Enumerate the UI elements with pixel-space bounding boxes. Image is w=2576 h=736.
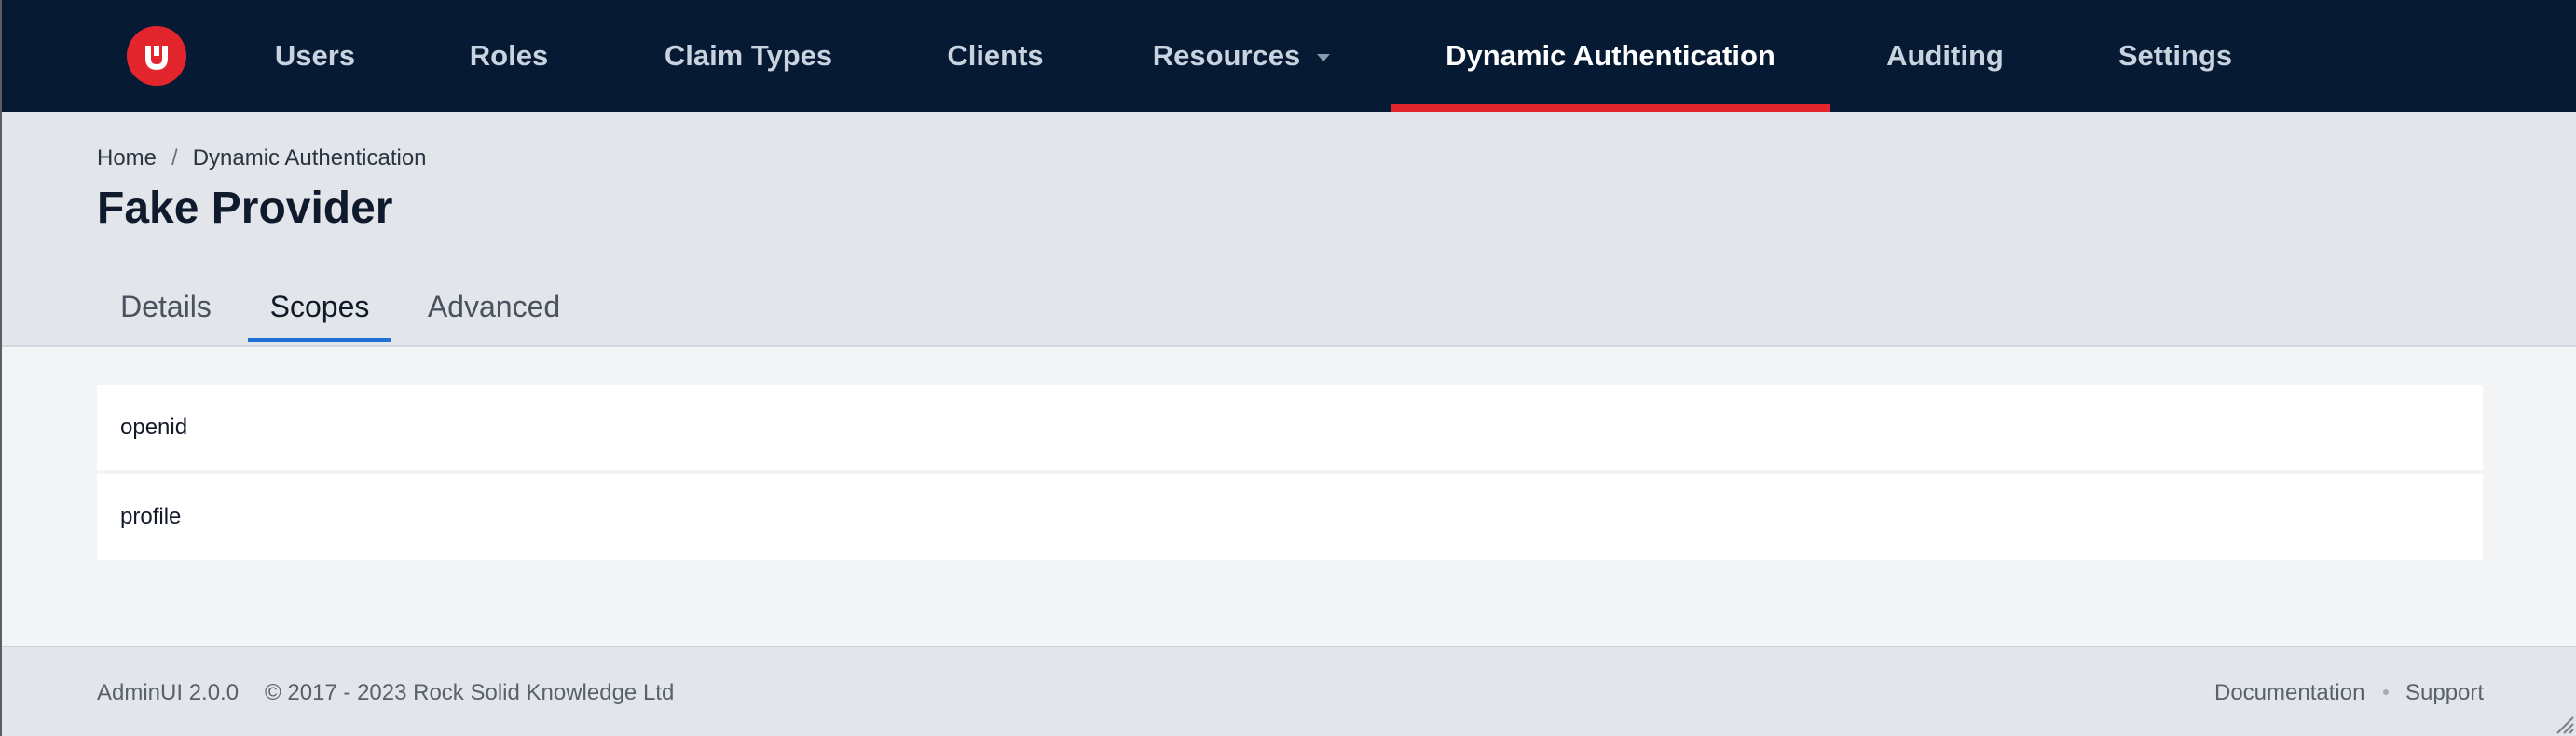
breadcrumb: Home / Dynamic Authentication (97, 145, 427, 171)
scope-list-item: openid (97, 385, 2483, 470)
nav-item-dynamic-authentication[interactable]: Dynamic Authentication (1391, 0, 1830, 112)
active-nav-indicator (1391, 104, 1830, 112)
nav-item-label: Settings (2117, 39, 2233, 72)
logo-glyph-icon (145, 46, 168, 71)
footer-separator-dot (2383, 689, 2389, 695)
nav-item-settings[interactable]: Settings (2093, 0, 2257, 112)
active-tab-indicator (248, 338, 391, 342)
nav-item-label: Claim Types (664, 39, 833, 72)
nav-item-label: Roles (469, 39, 549, 72)
nav-item-clients[interactable]: Clients (925, 0, 1066, 112)
footer-copyright: © 2017 - 2023 Rock Solid Knowledge Ltd (265, 680, 675, 705)
tab-label: Scopes (269, 289, 370, 323)
nav-item-label: Resources (1152, 39, 1301, 72)
nav-item-auditing[interactable]: Auditing (1875, 0, 2015, 112)
tab-details[interactable]: Details (103, 270, 229, 343)
scope-list-item: profile (97, 474, 2483, 560)
nav-item-resources[interactable]: Resources (1139, 0, 1344, 112)
nav-item-label: Clients (947, 39, 1044, 72)
top-navigation-bar: Users Roles Claim Types Clients Resource… (2, 0, 2576, 112)
footer-version: AdminUI 2.0.0 (97, 680, 240, 705)
breadcrumb-current: Dynamic Authentication (192, 145, 427, 170)
resize-grip-icon[interactable] (2554, 714, 2574, 734)
nav-item-label: Users (274, 39, 356, 72)
brand-logo-icon[interactable] (127, 26, 186, 86)
tab-advanced[interactable]: Advanced (412, 270, 576, 343)
footer-support-link[interactable]: Support (2405, 680, 2484, 706)
breadcrumb-home-link[interactable]: Home (97, 145, 157, 170)
page-title: Fake Provider (97, 184, 393, 233)
tab-label: Advanced (427, 289, 561, 323)
nav-item-roles[interactable]: Roles (447, 0, 570, 112)
scope-name: profile (120, 504, 182, 529)
nav-item-label: Auditing (1886, 39, 2004, 72)
app-window: Users Roles Claim Types Clients Resource… (0, 0, 2576, 736)
scope-name: openid (120, 415, 188, 440)
footer-documentation-link[interactable]: Documentation (2214, 680, 2364, 706)
tab-scopes[interactable]: Scopes (248, 270, 391, 343)
nav-item-claim-types[interactable]: Claim Types (643, 0, 854, 112)
caret-down-icon (1317, 54, 1331, 61)
nav-item-label: Dynamic Authentication (1446, 39, 1775, 72)
nav-item-users[interactable]: Users (253, 0, 377, 112)
breadcrumb-separator: / (171, 145, 178, 170)
tab-label: Details (120, 289, 212, 323)
